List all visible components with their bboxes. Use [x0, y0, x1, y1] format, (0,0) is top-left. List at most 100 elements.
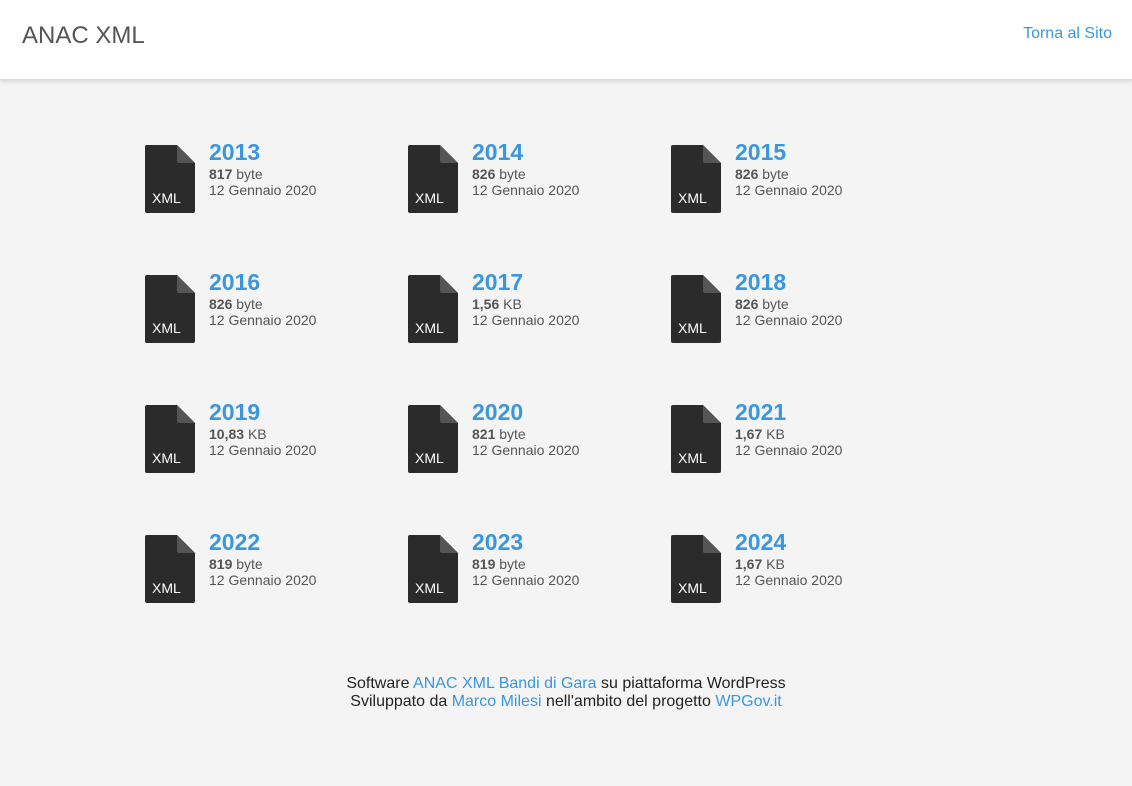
file-size-unit: byte	[762, 166, 789, 182]
file-year-link[interactable]: 2014	[472, 140, 579, 166]
file-date: 12 Gennaio 2020	[735, 182, 843, 198]
file-meta: 2020 821 byte 12 Gennaio 2020	[472, 400, 579, 458]
svg-text:XML: XML	[678, 320, 707, 336]
file-size-value: 819	[209, 556, 233, 572]
svg-text:XML: XML	[678, 450, 707, 466]
file-card-2017: XML 2017 1,56 KB 12 Gennaio 2020	[408, 270, 658, 350]
file-year-link[interactable]: 2015	[735, 140, 842, 166]
file-size-unit: byte	[762, 296, 789, 312]
file-date: 12 Gennaio 2020	[209, 572, 317, 588]
xml-file-icon[interactable]: XML	[145, 405, 195, 473]
footer-line-1: Software ANAC XML Bandi di Gara su piatt…	[0, 675, 1132, 693]
author-link[interactable]: Marco Milesi	[452, 693, 542, 710]
xml-file-icon[interactable]: XML	[671, 405, 721, 473]
file-year-link[interactable]: 2024	[735, 530, 842, 556]
xml-file-icon[interactable]: XML	[145, 275, 195, 343]
file-meta: 2016 826 byte 12 Gennaio 2020	[209, 270, 316, 328]
file-meta: 2017 1,56 KB 12 Gennaio 2020	[472, 270, 579, 328]
file-date: 12 Gennaio 2020	[209, 312, 317, 328]
file-size: 826 byte	[209, 296, 316, 312]
file-card-2021: XML 2021 1,67 KB 12 Gennaio 2020	[671, 400, 921, 480]
file-size: 817 byte	[209, 166, 316, 182]
file-meta: 2023 819 byte 12 Gennaio 2020	[472, 530, 579, 588]
file-year-link[interactable]: 2013	[209, 140, 316, 166]
back-to-site-link[interactable]: Torna al Sito	[1023, 25, 1112, 43]
file-meta: 2019 10,83 KB 12 Gennaio 2020	[209, 400, 316, 458]
file-year-link[interactable]: 2021	[735, 400, 842, 426]
file-size-value: 10,83	[209, 426, 245, 442]
file-year-link[interactable]: 2023	[472, 530, 579, 556]
file-year-link[interactable]: 2018	[735, 270, 842, 296]
file-year-link[interactable]: 2016	[209, 270, 316, 296]
file-size-value: 826	[735, 166, 759, 182]
file-size-unit: byte	[236, 166, 263, 182]
file-size: 1,56 KB	[472, 296, 579, 312]
xml-file-icon[interactable]: XML	[145, 535, 195, 603]
file-date: 12 Gennaio 2020	[735, 442, 843, 458]
site-title: ANAC XML	[22, 22, 145, 49]
file-size: 1,67 KB	[735, 556, 842, 572]
svg-text:XML: XML	[678, 190, 707, 206]
file-size-value: 817	[209, 166, 233, 182]
xml-file-icon[interactable]: XML	[408, 535, 458, 603]
svg-text:XML: XML	[415, 190, 444, 206]
file-year-link[interactable]: 2020	[472, 400, 579, 426]
svg-text:XML: XML	[152, 580, 181, 596]
file-card-2024: XML 2024 1,67 KB 12 Gennaio 2020	[671, 530, 921, 610]
file-size: 826 byte	[735, 166, 842, 182]
footer-line-2: Sviluppato da Marco Milesi nell'ambito d…	[0, 693, 1132, 711]
file-size: 826 byte	[735, 296, 842, 312]
svg-text:XML: XML	[415, 450, 444, 466]
file-size-value: 1,67	[735, 556, 763, 572]
file-size-value: 826	[209, 296, 233, 312]
top-bar: ANAC XML Torna al Sito	[0, 0, 1132, 80]
file-date: 12 Gennaio 2020	[735, 312, 843, 328]
file-year-link[interactable]: 2022	[209, 530, 316, 556]
file-meta: 2014 826 byte 12 Gennaio 2020	[472, 140, 579, 198]
footer-text: su piattaforma WordPress	[600, 675, 786, 692]
xml-file-icon[interactable]: XML	[671, 145, 721, 213]
xml-file-icon[interactable]: XML	[408, 145, 458, 213]
file-size: 819 byte	[472, 556, 579, 572]
file-card-2022: XML 2022 819 byte 12 Gennaio 2020	[145, 530, 395, 610]
file-date: 12 Gennaio 2020	[209, 442, 317, 458]
file-date: 12 Gennaio 2020	[735, 572, 843, 588]
svg-text:XML: XML	[152, 190, 181, 206]
file-card-2023: XML 2023 819 byte 12 Gennaio 2020	[408, 530, 658, 610]
file-meta: 2015 826 byte 12 Gennaio 2020	[735, 140, 842, 198]
svg-text:XML: XML	[415, 580, 444, 596]
file-grid: XML 2013 817 byte 12 Gennaio 2020 XML 20…	[145, 140, 945, 660]
file-size-value: 826	[472, 166, 496, 182]
file-card-2019: XML 2019 10,83 KB 12 Gennaio 2020	[145, 400, 395, 480]
file-card-2013: XML 2013 817 byte 12 Gennaio 2020	[145, 140, 395, 220]
file-meta: 2021 1,67 KB 12 Gennaio 2020	[735, 400, 842, 458]
file-size-value: 1,67	[735, 426, 763, 442]
file-date: 12 Gennaio 2020	[472, 572, 580, 588]
plugin-link[interactable]: ANAC XML Bandi di Gara	[413, 675, 596, 692]
file-size-unit: byte	[499, 556, 526, 572]
project-link[interactable]: WPGov.it	[715, 693, 781, 710]
svg-text:XML: XML	[415, 320, 444, 336]
xml-file-icon[interactable]: XML	[671, 535, 721, 603]
file-size-unit: byte	[499, 166, 526, 182]
file-size-value: 819	[472, 556, 496, 572]
file-card-2015: XML 2015 826 byte 12 Gennaio 2020	[671, 140, 921, 220]
xml-file-icon[interactable]: XML	[671, 275, 721, 343]
svg-text:XML: XML	[152, 320, 181, 336]
file-size-unit: byte	[236, 556, 263, 572]
file-year-link[interactable]: 2017	[472, 270, 579, 296]
file-size-value: 821	[472, 426, 496, 442]
file-date: 12 Gennaio 2020	[472, 182, 580, 198]
xml-file-icon[interactable]: XML	[145, 145, 195, 213]
file-card-2014: XML 2014 826 byte 12 Gennaio 2020	[408, 140, 658, 220]
xml-file-icon[interactable]: XML	[408, 405, 458, 473]
file-size-unit: KB	[766, 426, 785, 442]
svg-text:XML: XML	[152, 450, 181, 466]
file-size: 10,83 KB	[209, 426, 316, 442]
file-card-2020: XML 2020 821 byte 12 Gennaio 2020	[408, 400, 658, 480]
file-year-link[interactable]: 2019	[209, 400, 316, 426]
xml-file-icon[interactable]: XML	[408, 275, 458, 343]
footer: Software ANAC XML Bandi di Gara su piatt…	[0, 675, 1132, 711]
file-card-2018: XML 2018 826 byte 12 Gennaio 2020	[671, 270, 921, 350]
file-size-unit: KB	[247, 426, 267, 442]
